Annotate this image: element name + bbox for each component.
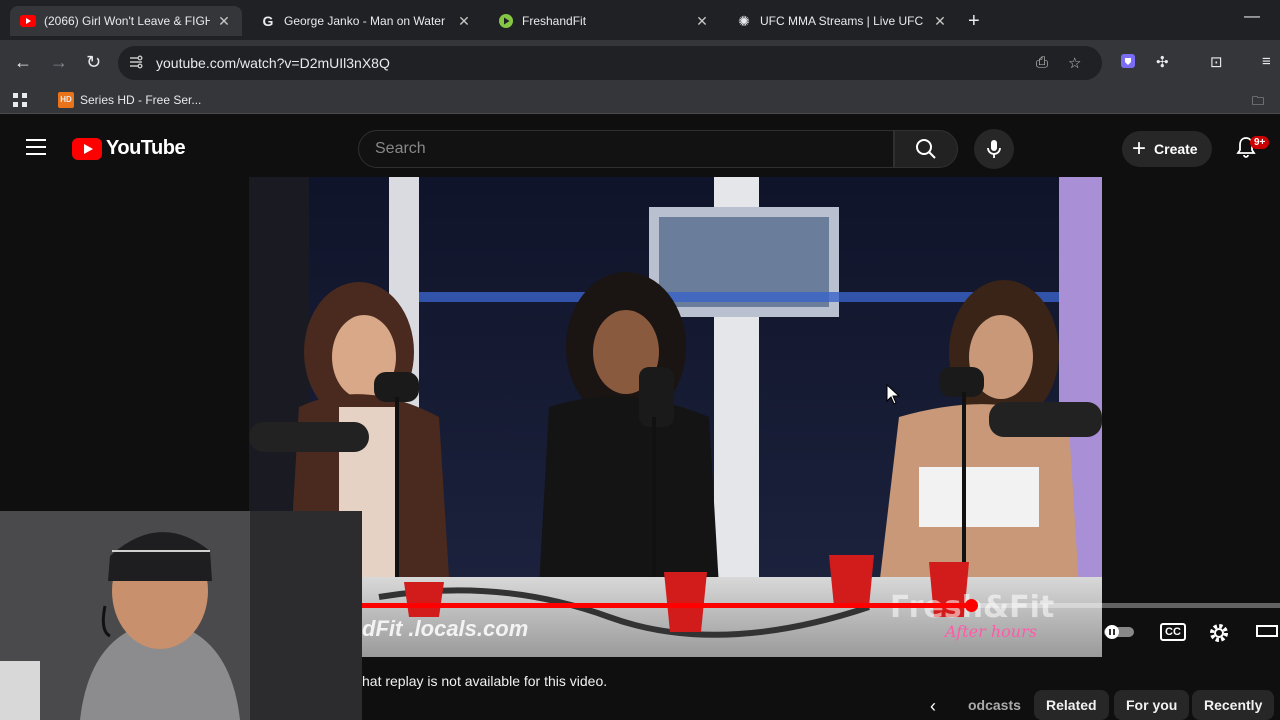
video-player[interactable] <box>249 177 1102 657</box>
search-button[interactable] <box>894 130 958 168</box>
chip-podcasts[interactable]: odcasts <box>956 690 1033 720</box>
video-progress-bar[interactable] <box>362 599 1280 612</box>
bookmark-label: Series HD - Free Ser... <box>80 93 202 107</box>
video-watermark: dFit .locals.com <box>362 616 529 641</box>
chip-related[interactable]: Related <box>1034 690 1109 720</box>
video-frame-image <box>249 177 1102 657</box>
close-tab-icon[interactable]: ✕ <box>694 13 710 30</box>
bookmark-star-icon[interactable]: ☆ <box>1068 54 1081 72</box>
extension-shield-icon[interactable] <box>1120 53 1136 73</box>
settings-site-icon: ✺ <box>738 12 750 29</box>
create-button[interactable]: + Create <box>1122 131 1212 167</box>
voice-search-button[interactable] <box>974 129 1014 169</box>
tab-title: (2066) Girl Won't Leave & FIGH <box>44 14 210 28</box>
plus-icon: + <box>1132 135 1147 162</box>
tab-george-janko[interactable]: G George Janko - Man on Water ✕ <box>250 6 482 36</box>
youtube-logo[interactable]: YouTube <box>72 137 186 160</box>
tab-title: FreshandFit <box>522 14 587 28</box>
install-app-icon[interactable]: ⎙ <box>1036 54 1048 71</box>
captions-button[interactable]: CC <box>1160 622 1186 641</box>
tab-freshandfit[interactable]: FreshandFit ✕ <box>488 6 720 36</box>
browser-tab-bar: (2066) Girl Won't Leave & FIGH ✕ G Georg… <box>0 0 1280 40</box>
youtube-play-icon <box>72 137 102 160</box>
brand-overlay-sub: After hours <box>945 622 1037 641</box>
series-hd-icon: HD <box>58 92 74 108</box>
settings-gear-icon[interactable] <box>1208 622 1230 649</box>
site-info-icon[interactable] <box>128 54 144 74</box>
g-site-icon: G <box>262 13 274 29</box>
bookmark-series-hd[interactable]: HD Series HD - Free Ser... <box>58 92 201 108</box>
browser-toolbar: ← → ↻ youtube.com/watch?v=D2mUIl3nX8Q ⎙ … <box>0 40 1280 86</box>
hamburger-menu-icon[interactable] <box>26 139 46 160</box>
progress-played <box>362 603 971 608</box>
new-tab-button[interactable]: + <box>968 10 980 33</box>
mouse-cursor-icon <box>886 383 901 411</box>
progress-scrubber[interactable] <box>964 599 978 612</box>
minimize-window-button[interactable]: — <box>1244 8 1260 26</box>
chevron-left-icon[interactable]: ‹ <box>930 696 936 717</box>
chat-replay-unavailable-text: hat replay is not available for this vid… <box>362 673 608 689</box>
chip-for-you[interactable]: For you <box>1114 690 1190 720</box>
back-icon[interactable]: ← <box>14 52 32 73</box>
search-box <box>358 130 894 168</box>
youtube-wordmark: YouTube <box>106 137 186 159</box>
bookmarks-bar: HD Series HD - Free Ser... 🗀 <box>0 86 1280 114</box>
tab-ufc-streams[interactable]: ✺ UFC MMA Streams | Live UFC C ✕ <box>726 6 958 36</box>
extensions-puzzle-icon[interactable]: ✣ <box>1156 53 1169 71</box>
chip-recently[interactable]: Recently <box>1192 690 1275 720</box>
cc-icon: CC <box>1160 623 1186 641</box>
rumble-icon <box>498 13 514 29</box>
theater-mode-icon[interactable] <box>1256 622 1278 645</box>
close-tab-icon[interactable]: ✕ <box>456 13 472 30</box>
close-tab-icon[interactable]: ✕ <box>932 13 948 30</box>
menu-icon[interactable]: ≡ <box>1262 53 1271 70</box>
youtube-header: YouTube + Create <box>0 120 1280 176</box>
url-text: youtube.com/watch?v=D2mUIl3nX8Q <box>156 55 390 71</box>
reload-icon[interactable]: ↻ <box>86 52 101 73</box>
apps-grid-icon[interactable] <box>12 92 28 108</box>
microphone-icon <box>987 140 1001 158</box>
create-label: Create <box>1154 141 1198 157</box>
youtube-icon <box>20 13 36 29</box>
tab-youtube[interactable]: (2066) Girl Won't Leave & FIGH ✕ <box>10 6 242 36</box>
tab-search-icon[interactable]: ⊡ <box>1210 53 1223 71</box>
streamer-webcam-overlay <box>0 511 362 720</box>
close-tab-icon[interactable]: ✕ <box>216 13 232 30</box>
forward-icon[interactable]: → <box>50 52 68 73</box>
address-bar[interactable]: youtube.com/watch?v=D2mUIl3nX8Q ⎙ ☆ <box>118 46 1102 80</box>
search-icon <box>916 139 936 159</box>
autoplay-toggle[interactable] <box>1102 622 1136 647</box>
tab-title: UFC MMA Streams | Live UFC C <box>760 14 926 28</box>
tab-title: George Janko - Man on Water <box>284 14 445 28</box>
search-input[interactable] <box>375 140 893 158</box>
folder-icon[interactable]: 🗀 <box>1252 92 1264 113</box>
notification-count-badge: 9+ <box>1250 136 1270 149</box>
